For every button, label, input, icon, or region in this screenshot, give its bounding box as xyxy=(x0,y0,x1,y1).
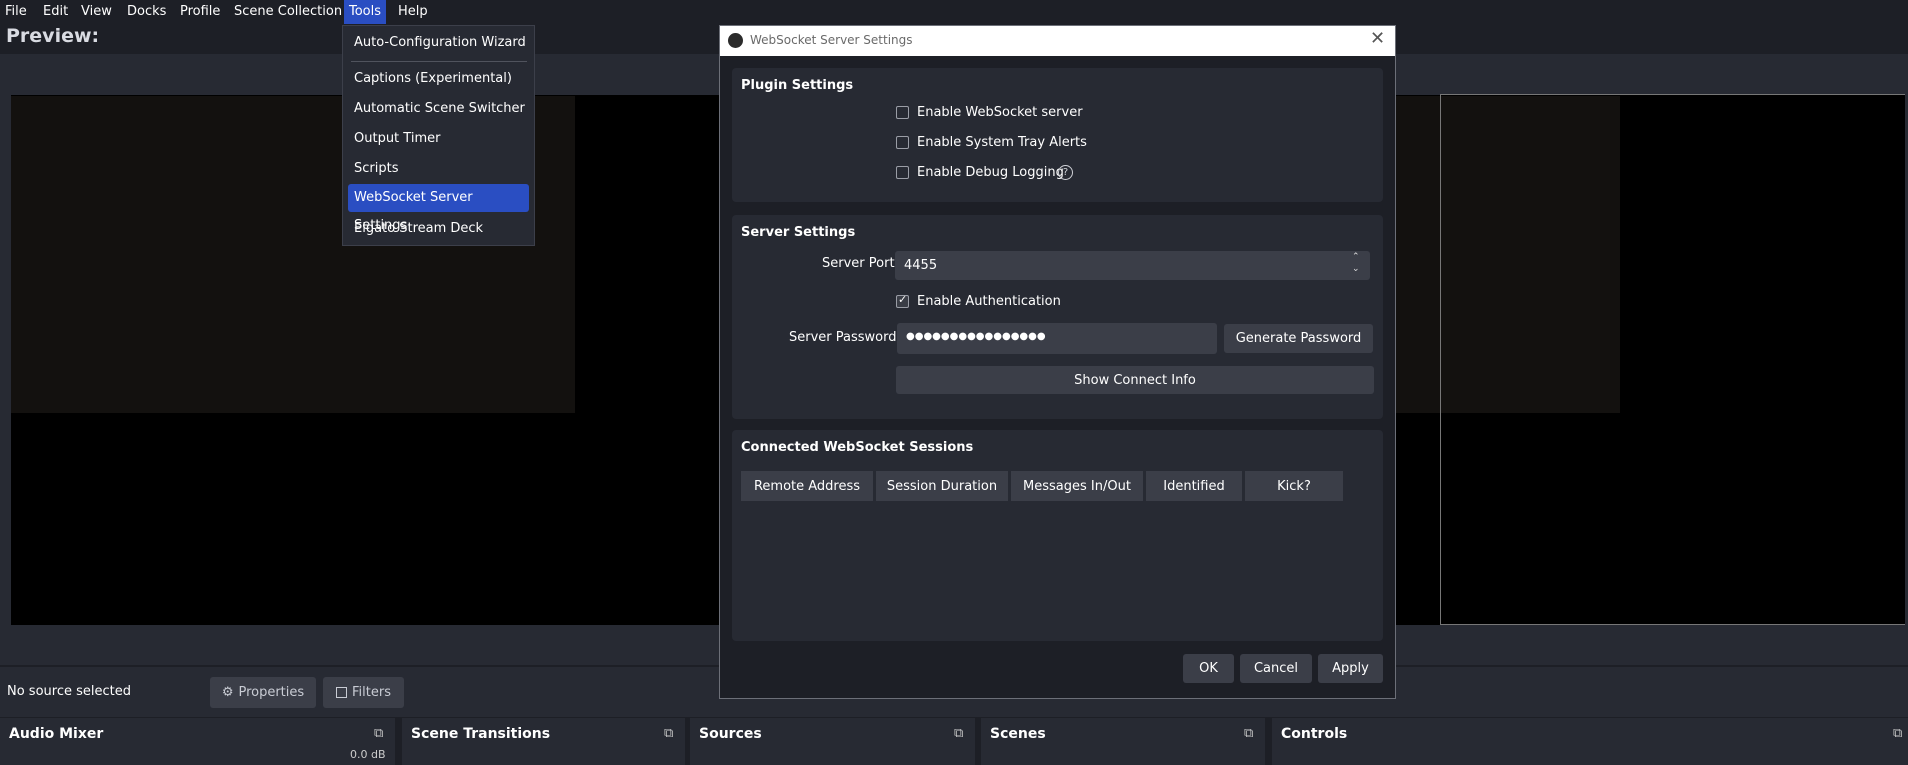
menu-edit[interactable]: Edit xyxy=(38,0,73,24)
controls-dock: Controls ⧉ xyxy=(1272,718,1908,765)
menu-item-auto-config-wizard[interactable]: Auto-Configuration Wizard xyxy=(348,29,529,57)
server-settings-group: Server Settings Server Port 4455 ⌃ ⌄ ✓ E… xyxy=(732,215,1383,419)
menu-view[interactable]: View xyxy=(76,0,117,24)
float-dock-icon[interactable]: ⧉ xyxy=(1893,726,1908,741)
properties-button[interactable]: ⚙ Properties xyxy=(210,677,316,708)
dock-title-controls: Controls xyxy=(1281,726,1348,742)
filters-button[interactable]: Filters xyxy=(323,677,404,708)
menu-file[interactable]: File xyxy=(0,0,32,24)
menu-item-elgato-stream-deck[interactable]: Elgato Stream Deck xyxy=(348,215,529,243)
dock-title-scene-transitions: Scene Transitions xyxy=(411,726,551,742)
obs-logo-icon xyxy=(728,33,743,48)
column-kick[interactable]: Kick? xyxy=(1245,471,1343,501)
float-dock-icon[interactable]: ⧉ xyxy=(664,726,679,741)
audio-mixer-dock: Audio Mixer ⧉ 0.0 dB xyxy=(0,718,395,765)
sessions-group: Connected WebSocket Sessions Remote Addr… xyxy=(732,430,1383,641)
float-dock-icon[interactable]: ⧉ xyxy=(1244,726,1259,741)
sessions-title: Connected WebSocket Sessions xyxy=(741,440,974,455)
menu-scene-collection[interactable]: Scene Collection xyxy=(229,0,347,24)
dock-title-scenes: Scenes xyxy=(990,726,1046,742)
dock-title-sources: Sources xyxy=(699,726,762,742)
server-password-label: Server Password xyxy=(789,330,897,345)
menu-profile[interactable]: Profile xyxy=(175,0,225,24)
spin-down-icon[interactable]: ⌄ xyxy=(1352,264,1360,274)
scenes-dock: Scenes ⧉ xyxy=(981,718,1265,765)
enable-websocket-checkbox[interactable] xyxy=(896,106,909,119)
server-port-label: Server Port xyxy=(822,256,895,271)
help-icon[interactable]: ? xyxy=(1058,165,1073,180)
server-port-spinbox[interactable]: 4455 ⌃ ⌄ xyxy=(895,251,1370,280)
ok-button[interactable]: OK xyxy=(1183,654,1234,683)
menu-item-captions[interactable]: Captions (Experimental) xyxy=(348,65,529,93)
close-icon[interactable]: ✕ xyxy=(1370,28,1385,49)
audio-level-readout: 0.0 dB xyxy=(350,748,386,761)
enable-authentication-label: Enable Authentication xyxy=(917,294,1061,309)
spin-up-icon[interactable]: ⌃ xyxy=(1352,252,1360,262)
menu-item-websocket-settings[interactable]: WebSocket Server Settings xyxy=(348,184,529,233)
server-port-value: 4455 xyxy=(904,258,938,273)
column-identified[interactable]: Identified xyxy=(1146,471,1242,501)
dialog-title: WebSocket Server Settings xyxy=(750,33,913,47)
plugin-settings-group: Plugin Settings Enable WebSocket server … xyxy=(732,68,1383,202)
float-dock-icon[interactable]: ⧉ xyxy=(374,726,389,741)
dialog-titlebar[interactable]: WebSocket Server Settings ✕ xyxy=(720,26,1395,56)
menu-item-scripts[interactable]: Scripts xyxy=(348,155,529,183)
sessions-table-header: Remote Address Session Duration Messages… xyxy=(741,471,1343,501)
plugin-settings-title: Plugin Settings xyxy=(741,78,854,93)
tools-dropdown-menu: Auto-Configuration Wizard Captions (Expe… xyxy=(342,25,535,246)
generate-password-button[interactable]: Generate Password xyxy=(1224,324,1373,353)
apply-button[interactable]: Apply xyxy=(1318,654,1383,683)
checkmark-icon: ✓ xyxy=(898,293,908,306)
column-session-duration[interactable]: Session Duration xyxy=(876,471,1008,501)
debug-logging-checkbox[interactable] xyxy=(896,166,909,179)
dock-title-audio-mixer: Audio Mixer xyxy=(9,726,104,742)
column-remote-address[interactable]: Remote Address xyxy=(741,471,873,501)
tray-alerts-checkbox[interactable] xyxy=(896,136,909,149)
cancel-button[interactable]: Cancel xyxy=(1240,654,1312,683)
server-password-field[interactable]: ●●●●●●●●●●●●●●●● xyxy=(897,323,1217,354)
menu-item-scene-switcher[interactable]: Automatic Scene Switcher xyxy=(348,95,529,123)
menu-help[interactable]: Help xyxy=(393,0,433,24)
float-dock-icon[interactable]: ⧉ xyxy=(954,726,969,741)
server-settings-title: Server Settings xyxy=(741,225,856,240)
preview-label: Preview: xyxy=(6,25,100,47)
show-connect-info-button[interactable]: Show Connect Info xyxy=(896,366,1374,394)
column-messages[interactable]: Messages In/Out xyxy=(1011,471,1143,501)
tray-alerts-label: Enable System Tray Alerts xyxy=(917,135,1087,150)
menubar: File Edit View Docks Profile Scene Colle… xyxy=(0,0,1908,24)
menu-separator xyxy=(351,61,527,62)
menu-item-output-timer[interactable]: Output Timer xyxy=(348,125,529,153)
preview-bounds-outline xyxy=(1440,94,1905,625)
sources-dock: Sources ⧉ xyxy=(690,718,975,765)
enable-websocket-label: Enable WebSocket server xyxy=(917,105,1083,120)
filter-icon xyxy=(336,687,348,698)
gear-icon: ⚙ xyxy=(221,685,234,700)
scene-transitions-dock: Scene Transitions ⧉ xyxy=(402,718,685,765)
menu-docks[interactable]: Docks xyxy=(122,0,171,24)
websocket-settings-dialog: WebSocket Server Settings ✕ Plugin Setti… xyxy=(719,25,1396,699)
server-password-value: ●●●●●●●●●●●●●●●● xyxy=(906,331,1046,342)
enable-authentication-checkbox[interactable]: ✓ xyxy=(896,293,909,308)
no-source-label: No source selected xyxy=(7,684,131,699)
debug-logging-label: Enable Debug Logging xyxy=(917,165,1064,180)
menu-tools[interactable]: Tools xyxy=(344,0,387,24)
